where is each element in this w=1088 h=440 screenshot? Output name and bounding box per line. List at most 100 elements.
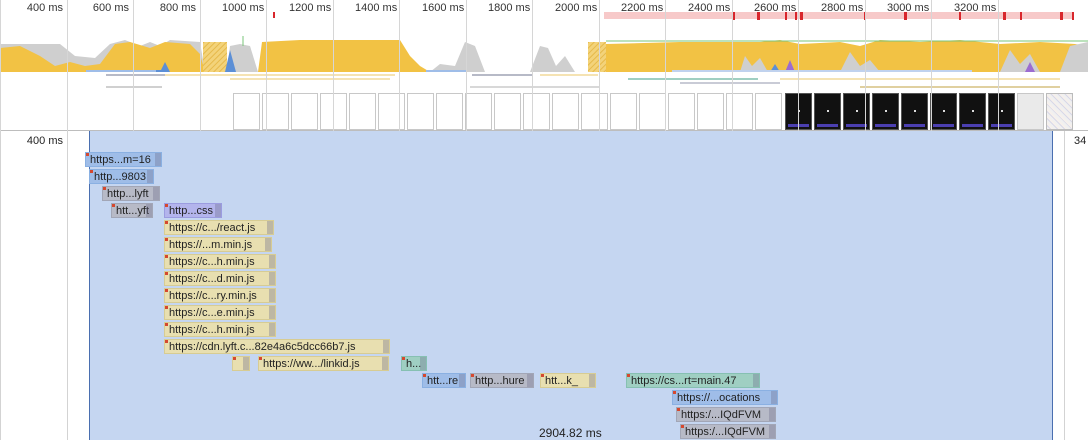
screenshot-frame[interactable] — [1046, 93, 1073, 130]
request-bar[interactable]: https://c...h.min.js — [164, 254, 276, 269]
request-label: https://cs...rt=main.47 — [631, 375, 737, 387]
request-download-segment — [589, 374, 595, 387]
request-start-marker — [471, 374, 474, 377]
overview-gridline — [399, 0, 400, 131]
request-bar[interactable]: https://cs...rt=main.47 — [626, 373, 760, 388]
screenshot-filmstrip[interactable] — [0, 90, 1088, 131]
time-tick-label: 34 — [1074, 135, 1087, 147]
request-label: htt...re — [427, 375, 459, 387]
request-start-marker — [165, 323, 168, 326]
request-start-marker — [681, 425, 684, 428]
request-label: https://cdn.lyft.c...82e4a6c5dcc66b7.js — [169, 341, 356, 353]
request-download-segment — [265, 238, 271, 251]
screenshot-frame[interactable] — [610, 93, 637, 130]
overview-gridline — [67, 0, 68, 131]
screenshot-frame[interactable] — [1017, 93, 1044, 130]
request-start-marker — [677, 408, 680, 411]
screenshot-frame[interactable] — [930, 93, 957, 130]
request-label: https:/...IQdFVM — [681, 409, 762, 421]
request-label: https:/...IQdFVM — [685, 426, 766, 438]
request-start-marker — [165, 272, 168, 275]
fps-chart — [273, 12, 1074, 20]
request-bar[interactable]: https:/...IQdFVM — [676, 407, 776, 422]
request-download-segment — [215, 204, 221, 217]
request-download-segment — [769, 408, 775, 421]
screenshot-frame[interactable] — [959, 93, 986, 130]
cpu-chart — [0, 36, 1088, 72]
request-bar[interactable]: https...m=16 — [85, 152, 162, 167]
screenshot-frame[interactable] — [407, 93, 434, 130]
request-bar[interactable]: h... — [401, 356, 427, 371]
screenshot-frame[interactable] — [726, 93, 753, 130]
request-start-marker — [165, 289, 168, 292]
screenshot-frame[interactable] — [523, 93, 550, 130]
request-label: https://c.../react.js — [169, 222, 256, 234]
screenshot-frame[interactable] — [436, 93, 463, 130]
request-download-segment — [269, 323, 275, 336]
request-bar[interactable]: http...hure — [470, 373, 534, 388]
overview-gridline — [599, 0, 600, 131]
request-bar[interactable]: http...lyft — [102, 186, 160, 201]
request-download-segment — [147, 170, 153, 183]
request-bar[interactable]: http...css — [164, 203, 222, 218]
request-download-segment — [153, 187, 159, 200]
request-label: htt...k_ — [545, 375, 579, 387]
selection-duration: 2904.82 ms — [539, 426, 602, 440]
request-bar[interactable]: https://c...e.min.js — [164, 305, 276, 320]
request-download-segment — [243, 357, 249, 370]
fps-lane — [0, 10, 1088, 22]
request-label: https://...ocations — [677, 392, 761, 404]
request-download-segment — [267, 221, 273, 234]
screenshot-frame[interactable] — [901, 93, 928, 130]
screenshot-frame[interactable] — [378, 93, 405, 130]
request-start-marker — [165, 238, 168, 241]
screenshot-frame[interactable] — [465, 93, 492, 130]
request-label: http...9803 — [94, 171, 146, 183]
time-gridline — [67, 131, 68, 440]
request-bar[interactable]: http...9803 — [89, 169, 154, 184]
network-chart — [86, 70, 1060, 88]
screenshot-frame[interactable] — [291, 93, 318, 130]
request-bar[interactable] — [232, 356, 250, 371]
screenshot-frame[interactable] — [872, 93, 899, 130]
screenshot-frame[interactable] — [755, 93, 782, 130]
request-bar[interactable]: https://cdn.lyft.c...82e4a6c5dcc66b7.js — [164, 339, 390, 354]
screenshot-frame[interactable] — [988, 93, 1015, 130]
request-start-marker — [165, 255, 168, 258]
request-start-marker — [627, 374, 630, 377]
request-bar[interactable]: https://c.../react.js — [164, 220, 274, 235]
request-start-marker — [233, 357, 236, 360]
request-bar[interactable]: https:/...IQdFVM — [680, 424, 776, 439]
request-start-marker — [541, 374, 544, 377]
screenshot-frame[interactable] — [697, 93, 724, 130]
request-label: https...m=16 — [90, 154, 151, 166]
screenshot-frame[interactable] — [814, 93, 841, 130]
screenshot-frame[interactable] — [668, 93, 695, 130]
request-bar[interactable]: htt...yft — [111, 203, 153, 218]
request-bar[interactable]: htt...re — [422, 373, 466, 388]
network-waterfall[interactable]: 200 ms400 ms600 ms800 ms1000 ms1200 ms14… — [0, 131, 1088, 440]
request-bar[interactable]: https://c...h.min.js — [164, 322, 276, 337]
request-bar[interactable]: https://c...ry.min.js — [164, 288, 276, 303]
request-download-segment — [527, 374, 533, 387]
request-label: https://c...h.min.js — [169, 324, 255, 336]
request-bar[interactable]: https://...ocations — [672, 390, 778, 405]
screenshot-frame[interactable] — [233, 93, 260, 130]
request-start-marker — [90, 170, 93, 173]
request-bar[interactable]: https://...m.min.js — [164, 237, 272, 252]
screenshot-frame[interactable] — [639, 93, 666, 130]
request-label: h... — [406, 358, 422, 370]
screenshot-frame[interactable] — [552, 93, 579, 130]
request-bar[interactable]: https://c...d.min.js — [164, 271, 276, 286]
screenshot-frame[interactable] — [581, 93, 608, 130]
request-label: https://c...e.min.js — [169, 307, 255, 319]
request-download-segment — [382, 357, 388, 370]
overview-gridline — [798, 0, 799, 131]
screenshot-frame[interactable] — [349, 93, 376, 130]
timeline-overview[interactable]: 200 ms400 ms600 ms800 ms1000 ms1200 ms14… — [0, 0, 1088, 131]
overview-gridline — [200, 0, 201, 131]
overview-gridline — [532, 0, 533, 131]
request-bar[interactable]: https://ww.../linkid.js — [258, 356, 389, 371]
screenshot-frame[interactable] — [494, 93, 521, 130]
request-bar[interactable]: htt...k_ — [540, 373, 596, 388]
